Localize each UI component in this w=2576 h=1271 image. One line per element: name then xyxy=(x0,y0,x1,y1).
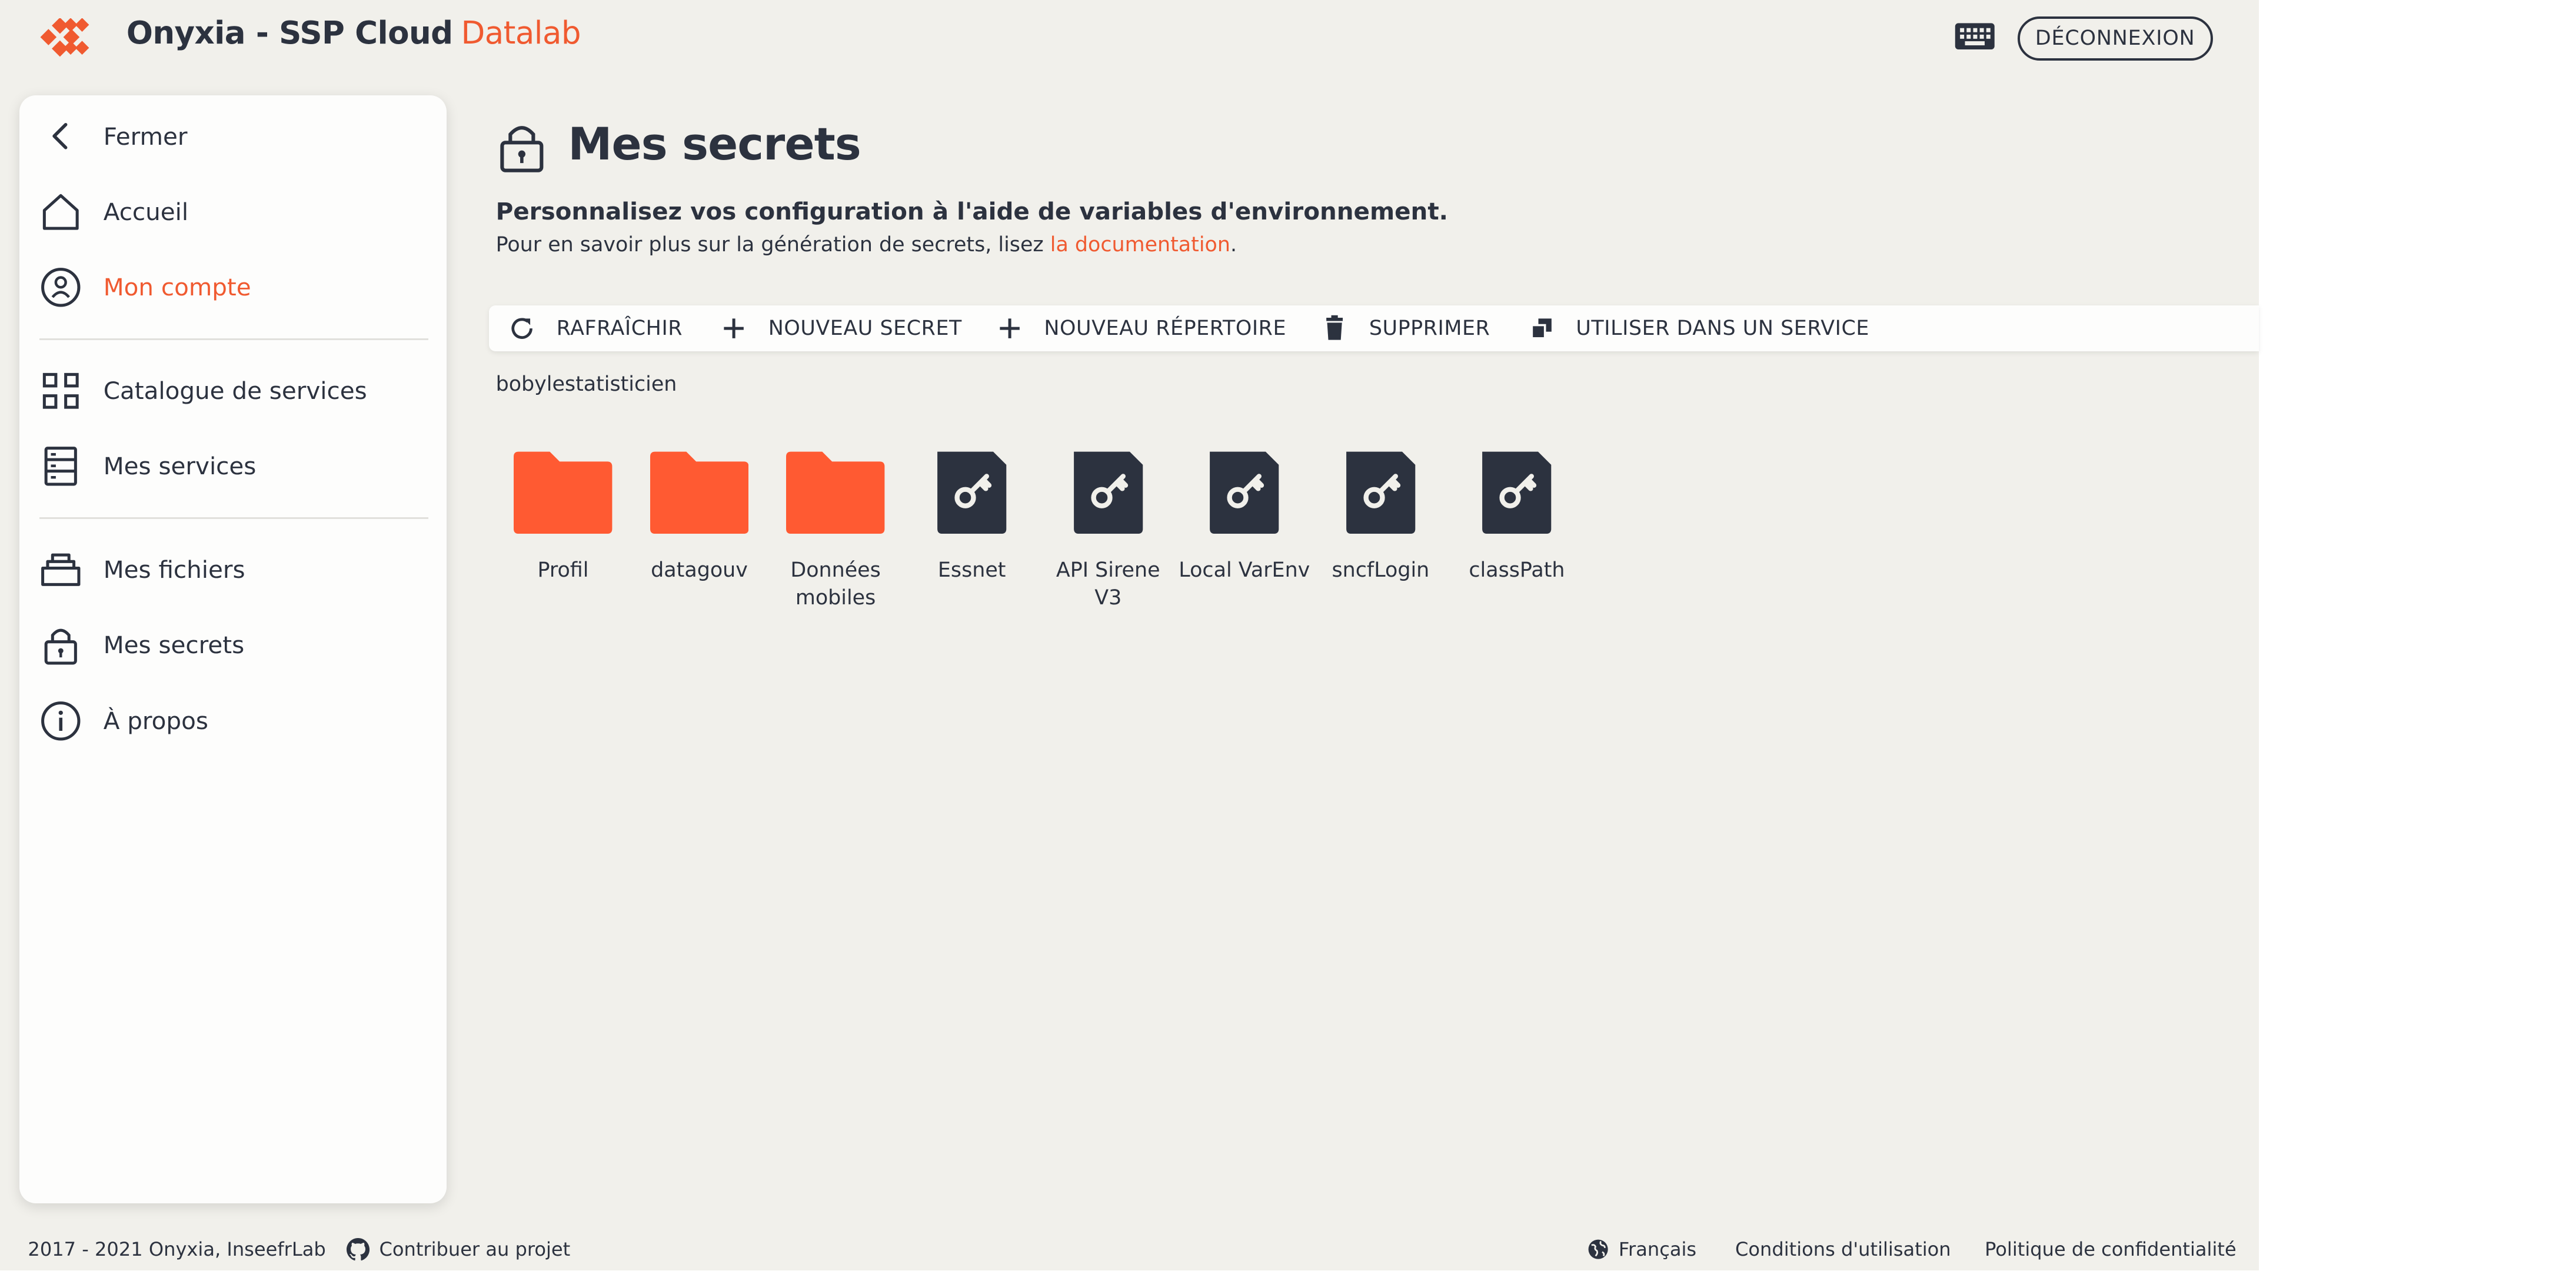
secret-file-icon xyxy=(1210,451,1279,534)
new-secret-label: NOUVEAU SECRET xyxy=(768,316,962,340)
sidebar-item-catalog[interactable]: Catalogue de services xyxy=(19,361,446,420)
sidebar-item-my-secrets[interactable]: Mes secrets xyxy=(19,615,446,674)
sidebar-item-label: Fermer xyxy=(103,122,188,151)
explorer-item-secret[interactable]: Essnet xyxy=(906,448,1037,582)
sidebar-item-label: Mes secrets xyxy=(103,631,245,660)
storage-icon xyxy=(39,548,82,591)
delete-button[interactable]: SUPPRIMER xyxy=(1320,305,1490,351)
sidebar-item-label: Mon compte xyxy=(103,273,251,302)
refresh-label: RAFRAÎCHIR xyxy=(556,316,683,340)
language-selector[interactable]: Français xyxy=(1587,1238,1696,1260)
documentation-link[interactable]: la documentation xyxy=(1050,233,1230,257)
new-directory-button[interactable]: NOUVEAU RÉPERTOIRE xyxy=(995,305,1286,351)
github-icon xyxy=(346,1237,370,1260)
explorer-item-label: sncfLogin xyxy=(1332,558,1430,582)
explorer-item-folder[interactable]: datagouv xyxy=(634,448,765,582)
breadcrumb: bobylestatisticien xyxy=(495,372,677,397)
chevron-left-icon xyxy=(39,115,82,158)
account-icon xyxy=(39,266,82,309)
folder-icon xyxy=(650,451,749,534)
sidebar-item-my-files[interactable]: Mes fichiers xyxy=(19,540,446,599)
home-icon xyxy=(39,191,82,234)
lock-icon xyxy=(500,126,544,173)
sidebar-item-label: À propos xyxy=(103,706,208,735)
explorer-item-secret[interactable]: Local VarEnv xyxy=(1179,448,1310,609)
sidebar-item-label: Accueil xyxy=(103,197,189,226)
refresh-button[interactable]: RAFRAÎCHIR xyxy=(507,305,683,351)
sidebar-item-close[interactable]: Fermer xyxy=(19,107,446,165)
page-title: Mes secrets xyxy=(568,118,861,170)
sidebar-item-account[interactable]: Mon compte xyxy=(19,258,446,317)
new-directory-label: NOUVEAU RÉPERTOIRE xyxy=(1044,316,1287,340)
keyboard-icon[interactable] xyxy=(1953,18,1996,54)
lock-icon xyxy=(39,624,82,667)
explorer-item-secret[interactable]: classPath xyxy=(1451,448,1582,582)
language-label: Français xyxy=(1618,1237,1697,1260)
secret-file-icon xyxy=(1482,451,1552,534)
copy-icon xyxy=(1527,314,1556,343)
contribute-label: Contribuer au projet xyxy=(379,1238,571,1261)
terms-link[interactable]: Conditions d'utilisation xyxy=(1735,1238,1951,1260)
explorer-item-secret[interactable]: sncfLogin xyxy=(1315,448,1446,582)
explorer-item-label: API Sirene V3 xyxy=(1056,558,1160,610)
use-in-service-button[interactable]: UTILISER DANS UN SERVICE xyxy=(1527,305,1869,351)
use-in-service-label: UTILISER DANS UN SERVICE xyxy=(1576,316,1869,340)
app-title: Onyxia - SSP Cloud Datalab xyxy=(127,15,581,51)
explorer-item-label: datagouv xyxy=(651,558,748,582)
onyxia-logo xyxy=(40,18,89,57)
sidebar-divider xyxy=(39,517,429,519)
sidebar-item-label: Mes services xyxy=(103,452,257,481)
app-window: Onyxia - SSP Cloud Datalab DÉCONNEXION Fe… xyxy=(0,0,2259,1271)
explorer-item-label: Local VarEnv xyxy=(1179,558,1310,582)
folder-icon xyxy=(786,451,885,534)
sidebar-item-label: Catalogue de services xyxy=(103,377,367,405)
plus-icon xyxy=(719,314,748,343)
contribute-link[interactable]: Contribuer au projet xyxy=(346,1237,571,1261)
app-suffix: Datalab xyxy=(461,15,581,52)
grid-icon xyxy=(39,370,82,412)
sidebar-item-my-services[interactable]: Mes services xyxy=(19,437,446,495)
sidebar-item-about[interactable]: À propos xyxy=(19,691,446,750)
trash-icon xyxy=(1320,314,1349,343)
sidebar: Fermer Accueil Mon compte Catalogue de s… xyxy=(19,95,447,1204)
new-secret-button[interactable]: NOUVEAU SECRET xyxy=(719,305,962,351)
explorer-item-folder[interactable]: Données mobiles xyxy=(770,448,901,610)
secret-file-icon xyxy=(1346,451,1415,534)
explorer-item-label: classPath xyxy=(1469,558,1565,582)
explorer-item-label: Essnet xyxy=(937,558,1006,582)
sidebar-item-home[interactable]: Accueil xyxy=(19,182,446,241)
privacy-link[interactable]: Politique de confidentialité xyxy=(1985,1238,2236,1260)
screen: Onyxia - SSP Cloud Datalab DÉCONNEXION Fe… xyxy=(0,0,2545,1271)
explorer-item-label: Données mobiles xyxy=(790,558,881,610)
page-description: Pour en savoir plus sur la génération de… xyxy=(496,233,1237,257)
folder-icon xyxy=(514,451,613,534)
server-icon xyxy=(39,445,82,488)
explorer-item-label: Profil xyxy=(537,558,589,582)
refresh-icon xyxy=(507,314,537,343)
sidebar-divider xyxy=(39,338,429,340)
delete-label: SUPPRIMER xyxy=(1369,316,1490,340)
description-suffix: . xyxy=(1230,233,1237,257)
sidebar-item-label: Mes fichiers xyxy=(103,555,245,584)
description-text: Pour en savoir plus sur la génération de… xyxy=(495,233,1050,257)
footer-copyright: 2017 - 2021 Onyxia, InseefrLab xyxy=(28,1237,326,1260)
info-icon xyxy=(39,700,82,743)
secret-file-icon xyxy=(1073,451,1143,534)
app-name: Onyxia - SSP Cloud xyxy=(126,15,453,52)
globe-icon xyxy=(1588,1239,1608,1259)
logout-button[interactable]: DÉCONNEXION xyxy=(2017,16,2213,61)
page-subtitle: Personnalisez vos configuration à l'aide… xyxy=(495,197,1449,225)
explorer-item-folder[interactable]: Profil xyxy=(497,448,628,582)
explorer-item-secret[interactable]: API Sirene V3 xyxy=(1043,448,1174,610)
secret-file-icon xyxy=(937,451,1007,534)
explorer-toolbar: RAFRAÎCHIR NOUVEAU SECRET NOUVEAU RÉPERT… xyxy=(489,305,2259,352)
plus-icon xyxy=(995,314,1024,343)
